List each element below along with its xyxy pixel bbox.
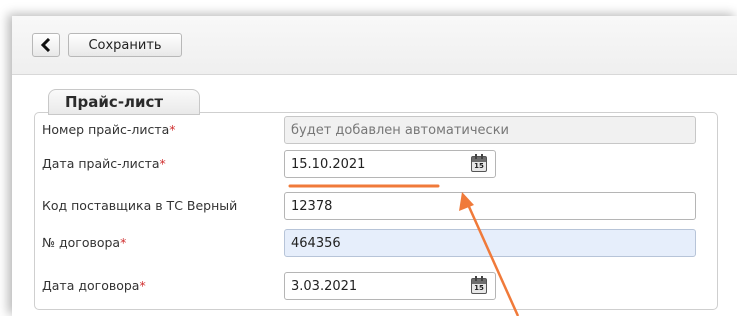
save-button[interactable]: Сохранить bbox=[68, 33, 182, 57]
contract-date-value: 3.03.2021 bbox=[291, 278, 358, 294]
price-list-date-value: 15.10.2021 bbox=[291, 156, 366, 172]
calendar-icon[interactable]: 15 bbox=[471, 154, 487, 172]
supplier-code-label: Код поставщика в ТС Верный bbox=[42, 198, 238, 213]
section-title: Прайс-лист bbox=[48, 89, 200, 115]
price-list-number-label: Номер прайс-листа* bbox=[42, 122, 176, 137]
form-row-contract-number: № договора* 464356 bbox=[42, 229, 722, 257]
price-list-window: Сохранить Прайс-лист Номер прайс-листа* … bbox=[12, 16, 737, 316]
back-button[interactable] bbox=[32, 33, 60, 57]
price-list-number-field: будет добавлен автоматически bbox=[284, 116, 696, 144]
contract-number-label: № договора* bbox=[42, 235, 127, 250]
form-row-contract-date: Дата договора* 3.03.2021 15 bbox=[42, 272, 722, 300]
contract-number-input[interactable]: 464356 bbox=[284, 229, 696, 257]
price-list-date-label: Дата прайс-листа* bbox=[42, 156, 166, 171]
toolbar: Сохранить bbox=[12, 16, 737, 75]
form-row-price-list-number: Номер прайс-листа* будет добавлен автома… bbox=[42, 116, 722, 144]
contract-date-label: Дата договора* bbox=[42, 278, 146, 293]
contract-date-field[interactable]: 3.03.2021 15 bbox=[284, 272, 496, 300]
form-row-supplier-code: Код поставщика в ТС Верный 12378 bbox=[42, 192, 722, 220]
calendar-icon[interactable]: 15 bbox=[471, 276, 487, 294]
price-list-date-field[interactable]: 15.10.2021 15 bbox=[284, 150, 496, 178]
chevron-left-icon bbox=[40, 38, 51, 52]
supplier-code-input[interactable]: 12378 bbox=[284, 192, 696, 220]
form-row-price-list-date: Дата прайс-листа* 15.10.2021 15 bbox=[42, 150, 722, 178]
